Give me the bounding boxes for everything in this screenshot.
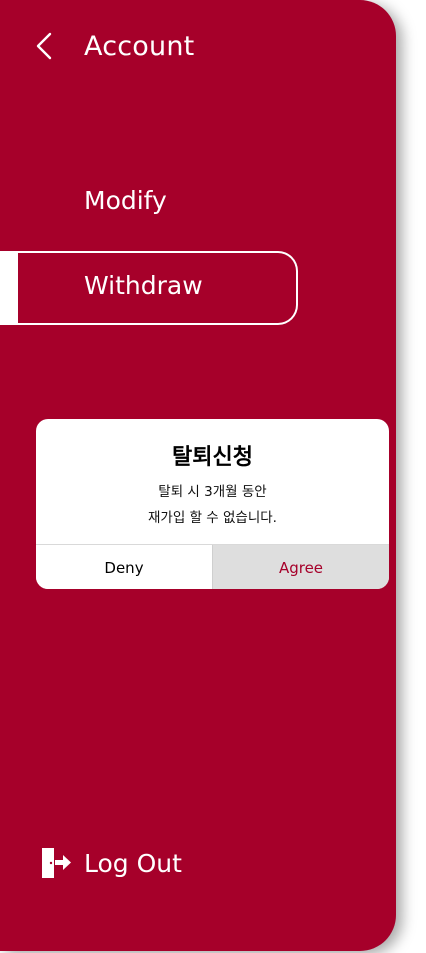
menu-item-modify[interactable]: Modify bbox=[84, 186, 167, 215]
logout-label: Log Out bbox=[84, 848, 182, 878]
menu-item-withdraw-label: Withdraw bbox=[84, 271, 203, 300]
deny-button[interactable]: Deny bbox=[36, 545, 213, 589]
page-title: Account bbox=[84, 30, 195, 62]
logout-button[interactable]: Log Out bbox=[40, 845, 182, 881]
dialog-title: 탈퇴신청 bbox=[172, 445, 253, 470]
dialog-button-row: Deny Agree bbox=[36, 544, 389, 589]
dialog-message-line2: 재가입 할 수 없습니다. bbox=[148, 510, 277, 526]
logout-door-icon bbox=[40, 846, 72, 880]
dialog-message-line1: 탈퇴 시 3개월 동안 bbox=[158, 484, 267, 500]
agree-button[interactable]: Agree bbox=[213, 545, 389, 589]
back-button[interactable] bbox=[36, 26, 62, 66]
menu-item-withdraw[interactable]: Withdraw bbox=[0, 251, 300, 325]
account-drawer: Account Modify Withdraw 탈퇴신청 탈퇴 시 3개월 동안… bbox=[0, 0, 396, 951]
drawer-header: Account bbox=[36, 24, 194, 68]
withdraw-confirm-dialog: 탈퇴신청 탈퇴 시 3개월 동안 재가입 할 수 없습니다. Deny Agre… bbox=[36, 419, 389, 589]
chevron-left-icon bbox=[36, 32, 52, 60]
